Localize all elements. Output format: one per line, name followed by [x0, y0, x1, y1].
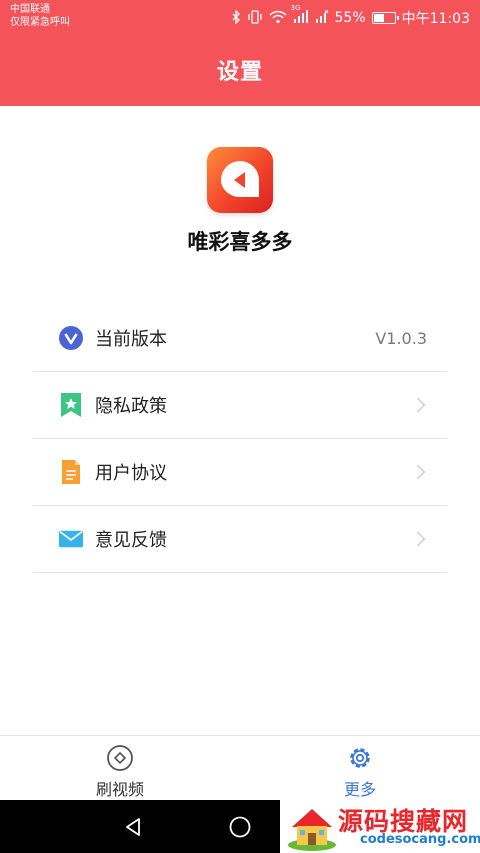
settings-row-agreement[interactable]: 用户协议: [33, 439, 447, 506]
row-label-privacy: 隐私政策: [95, 396, 167, 417]
network-type-label: 3G: [290, 4, 301, 12]
play-logo-icon: [207, 147, 273, 213]
version-value: V1.0.3: [375, 328, 427, 348]
row-label-agreement: 用户协议: [95, 463, 167, 484]
status-indicators: 3G 55% 中午11:03: [232, 4, 470, 28]
watermark-url: codesocang.com: [360, 832, 480, 847]
back-button[interactable]: [103, 800, 163, 853]
chevron-right-icon: [410, 397, 426, 413]
gear-icon: [346, 744, 374, 772]
version-v-icon: [59, 326, 83, 350]
settings-row-version[interactable]: 当前版本 V1.0.3: [33, 305, 447, 372]
wifi-icon: [269, 10, 287, 27]
tab-label-videos: 刷视频: [95, 780, 144, 799]
battery-icon: [371, 12, 399, 24]
bookmark-star-icon: [59, 393, 83, 417]
tab-more[interactable]: 更多: [240, 736, 480, 801]
battery-level: [373, 14, 384, 22]
carrier-info: 中国联通 仅限紧急呼叫: [10, 3, 70, 29]
header: 设置: [0, 34, 480, 106]
battery-percent: 55%: [334, 10, 366, 26]
bottom-tab-bar: 刷视频 更多: [0, 735, 480, 800]
document-icon: [59, 460, 83, 484]
page-title: 设置: [216, 60, 263, 85]
house-logo-icon: [286, 803, 338, 851]
chevron-right-icon: [410, 531, 426, 547]
chevron-right-icon: [410, 464, 426, 480]
no-signal-icon: [315, 9, 329, 26]
settings-list: 当前版本 V1.0.3 隐私政策 用户协议 意见反馈: [33, 305, 447, 573]
home-button[interactable]: [210, 800, 270, 853]
status-bar: 中国联通 仅限紧急呼叫 3G 55% 中午11:03: [0, 0, 480, 34]
clock: 中午11:03: [401, 11, 470, 27]
tab-videos[interactable]: 刷视频: [0, 736, 240, 801]
vibrate-icon: [247, 9, 263, 27]
carrier-status: 仅限紧急呼叫: [10, 17, 70, 28]
mail-icon: [59, 527, 83, 551]
row-label-feedback: 意见反馈: [95, 530, 167, 551]
bluetooth-icon: [232, 8, 241, 27]
settings-row-privacy[interactable]: 隐私政策: [33, 372, 447, 439]
watermark: 源码搜藏网 codesocang.com: [280, 800, 480, 853]
video-compass-icon: [106, 744, 134, 772]
row-label-version: 当前版本: [95, 329, 167, 350]
signal-icon: 3G: [291, 4, 309, 26]
app-name: 唯彩喜多多: [187, 230, 293, 254]
home-circle-icon: [229, 816, 251, 837]
back-triangle-icon: [126, 817, 140, 836]
carrier-name: 中国联通: [10, 4, 50, 15]
tab-label-more: 更多: [343, 780, 376, 799]
settings-row-feedback[interactable]: 意见反馈: [33, 506, 447, 573]
